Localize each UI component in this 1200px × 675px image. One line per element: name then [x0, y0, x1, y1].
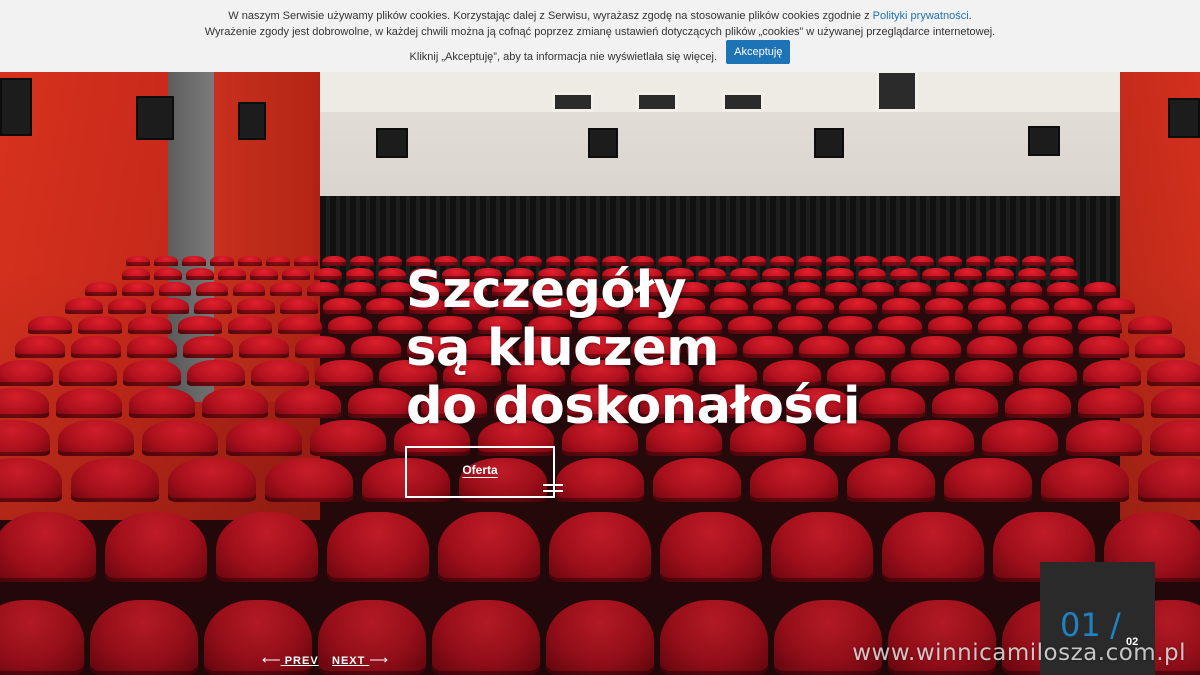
prev-label: PREV — [284, 655, 319, 667]
arrow-left-icon: ⟵ — [262, 652, 281, 667]
cookie-text-suffix: . — [968, 10, 972, 22]
cookie-accept-instruction: Kliknij „Akceptuję”, aby ta informacja n… — [409, 50, 718, 63]
cookie-text-line-3: Kliknij „Akceptuję”, aby ta informacja n… — [0, 40, 1200, 69]
cookie-consent-bar: W naszym Serwisie używamy plików cookies… — [0, 0, 1200, 72]
headline-line-1: Szczegóły — [406, 261, 687, 320]
watermark: www.winnicamilosza.com.pl — [852, 640, 1186, 666]
slide-counter-separator: / — [1110, 606, 1121, 644]
offer-button[interactable]: Oferta — [405, 446, 563, 498]
offer-button-label: Oferta — [462, 463, 498, 477]
cookie-text-line-1: W naszym Serwisie używamy plików cookies… — [0, 9, 1200, 23]
hero-headline: Szczegóły są kluczem do doskonałości — [406, 261, 861, 436]
next-label: NEXT — [332, 655, 366, 667]
next-slide-button[interactable]: NEXT ⟶ — [332, 652, 388, 668]
equals-icon — [543, 484, 563, 492]
privacy-policy-link[interactable]: Polityki prywatności — [873, 10, 969, 22]
cookie-text-line-2: Wyrażenie zgody jest dobrowolne, w każde… — [204, 26, 996, 38]
headline-line-3: do doskonałości — [406, 377, 861, 436]
cookie-text-prefix: W naszym Serwisie używamy plików cookies… — [228, 10, 873, 22]
headline-line-2: są kluczem — [406, 319, 719, 378]
slide-counter-current: 01 — [1060, 606, 1101, 644]
accept-cookies-button[interactable]: Akceptuję — [726, 40, 791, 64]
prev-slide-button[interactable]: ⟵ PREV — [262, 652, 319, 668]
arrow-right-icon: ⟶ — [369, 652, 389, 667]
